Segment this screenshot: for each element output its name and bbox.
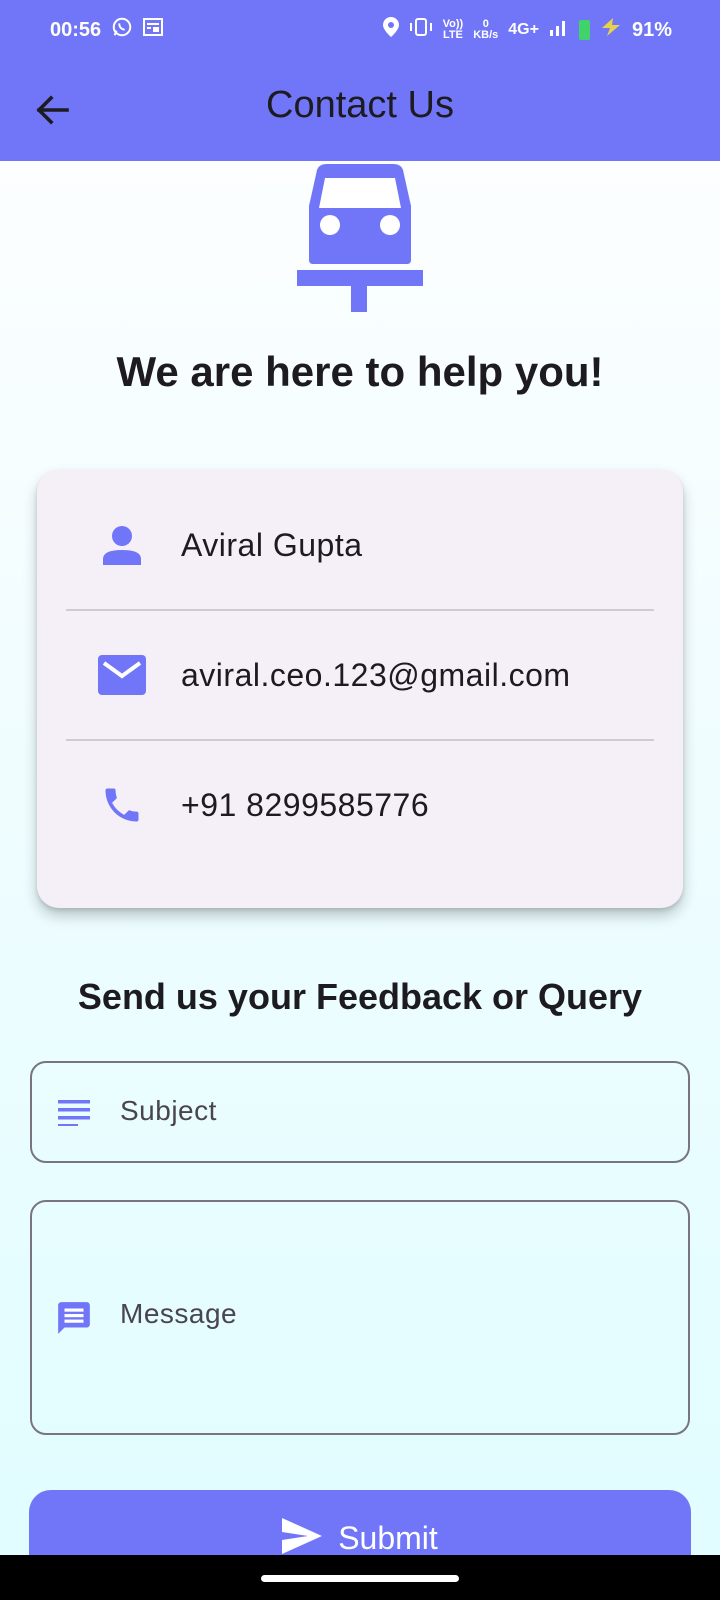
message-input[interactable]: Message bbox=[30, 1200, 690, 1435]
signal-icon bbox=[549, 18, 569, 42]
submit-label: Submit bbox=[338, 1520, 438, 1556]
status-right: Vo)) LTE 0 KB/s 4G+ 91% bbox=[382, 17, 672, 43]
status-left: 00:56 bbox=[50, 16, 164, 44]
email-icon bbox=[97, 650, 147, 700]
send-icon bbox=[282, 1518, 323, 1554]
contact-card: Aviral Gupta aviral.ceo.123@gmail.com +9… bbox=[37, 470, 683, 908]
app-bar: Contact Us bbox=[0, 60, 720, 161]
hero-heading: We are here to help you! bbox=[116, 348, 604, 395]
car-on-lift-icon bbox=[297, 164, 423, 312]
volte-bottom: LTE bbox=[442, 29, 463, 41]
contact-phone: +91 8299585776 bbox=[181, 786, 430, 823]
subject-input[interactable]: Subject bbox=[30, 1061, 690, 1163]
whatsapp-icon bbox=[111, 16, 133, 44]
message-icon bbox=[54, 1298, 94, 1338]
volte-indicator: Vo)) LTE bbox=[443, 19, 464, 41]
battery-icon bbox=[578, 20, 590, 40]
message-placeholder: Message bbox=[120, 1298, 238, 1329]
contact-phone-row[interactable]: +91 8299585776 bbox=[37, 740, 683, 870]
contact-name: Aviral Gupta bbox=[181, 526, 363, 563]
system-nav-bar bbox=[0, 1555, 720, 1600]
feedback-heading: Send us your Feedback or Query bbox=[77, 976, 643, 1017]
status-time: 00:56 bbox=[50, 18, 102, 41]
charging-icon bbox=[600, 18, 622, 42]
contact-email-row[interactable]: aviral.ceo.123@gmail.com bbox=[37, 610, 683, 740]
person-icon bbox=[97, 520, 147, 570]
location-icon bbox=[382, 17, 399, 43]
subject-icon bbox=[54, 1092, 94, 1132]
battery-percent: 91% bbox=[631, 18, 672, 41]
news-icon bbox=[143, 18, 164, 42]
subject-placeholder: Subject bbox=[120, 1095, 217, 1126]
status-bar: 00:56 Vo)) LTE 0 KB/s 4G+ 91% bbox=[0, 0, 720, 60]
contact-email: aviral.ceo.123@gmail.com bbox=[181, 656, 571, 693]
network-type: 4G+ bbox=[508, 21, 539, 38]
network-speed: 0 KB/s bbox=[473, 19, 498, 41]
network-speed-unit: KB/s bbox=[473, 29, 499, 41]
contact-name-row[interactable]: Aviral Gupta bbox=[37, 480, 683, 610]
vibrate-icon bbox=[409, 18, 433, 42]
phone-icon bbox=[97, 780, 147, 830]
page-title: Contact Us bbox=[266, 84, 454, 126]
home-gesture-handle[interactable] bbox=[261, 1575, 459, 1582]
